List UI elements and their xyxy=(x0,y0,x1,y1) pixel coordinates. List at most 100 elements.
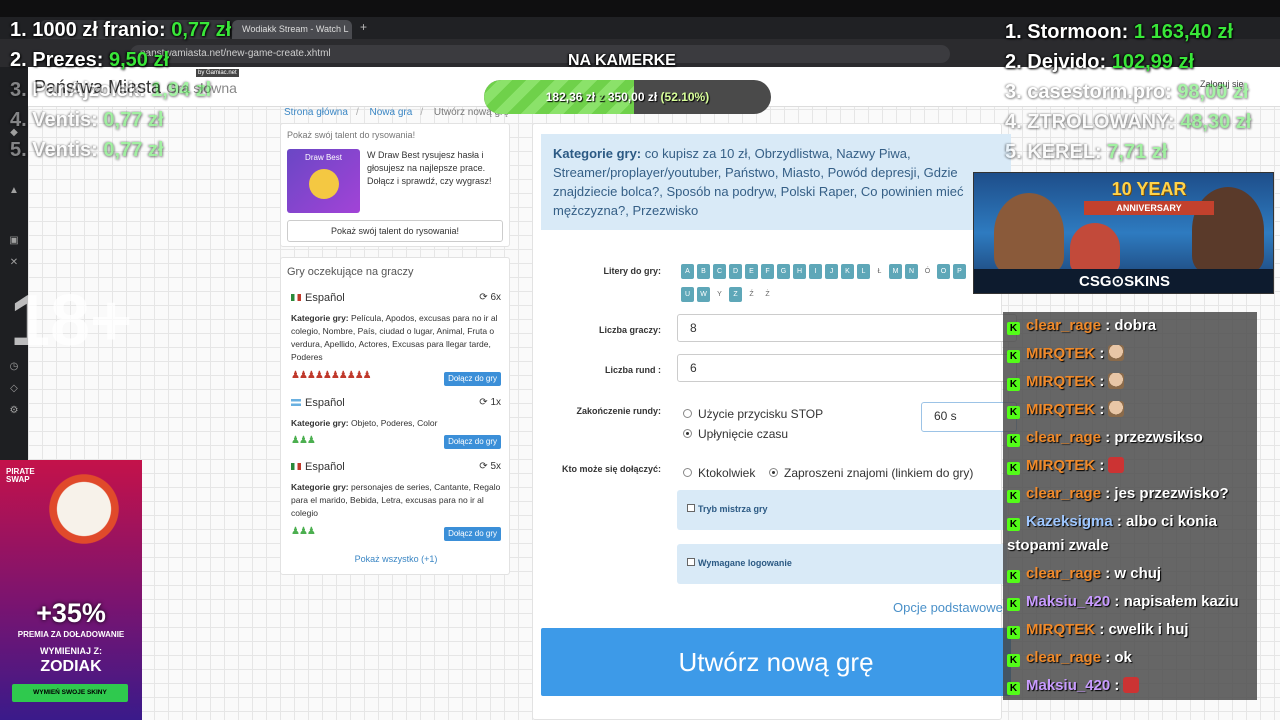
chat-message: Kclear_rage : ok xyxy=(1003,644,1257,672)
chat-username[interactable]: MIRQTEK xyxy=(1026,345,1095,362)
letter-toggle[interactable]: M xyxy=(889,264,902,279)
donation-entry: 5. Ventis: 0,77 zł xyxy=(10,139,164,161)
create-game-form: Kategorie gry: co kupisz za 10 zł, Obrzy… xyxy=(532,123,1017,720)
radio-button-selected[interactable] xyxy=(769,468,778,477)
letter-toggle[interactable]: C xyxy=(713,264,726,279)
chat-username[interactable]: Maksiu_420 xyxy=(1026,593,1110,610)
twitch-icon[interactable]: ▣ xyxy=(8,235,20,247)
chat-username[interactable]: clear_rage xyxy=(1026,317,1101,334)
chat-message: K MIRQTEK : xyxy=(1003,340,1257,368)
show-all-link[interactable]: Pokaż wszystko (+1) xyxy=(281,554,511,564)
create-game-button[interactable]: Utwórz nową grę xyxy=(541,628,1011,696)
join-invited-option[interactable]: Zaproszeni znajomi (linkiem do gry) xyxy=(769,466,973,480)
kick-badge-icon: K xyxy=(1007,626,1020,639)
kick-badge-icon: K xyxy=(1007,434,1020,447)
chat-username[interactable]: MIRQTEK xyxy=(1026,457,1095,474)
kick-badge-icon: K xyxy=(1007,462,1020,475)
top-donor-entry: 4. ZTROLOWANY: 48,30 zł xyxy=(1005,111,1252,133)
basic-options-link[interactable]: Opcje podstawowe xyxy=(893,600,1003,615)
chat-username[interactable]: clear_rage xyxy=(1026,649,1101,666)
chat-username[interactable]: clear_rage xyxy=(1026,485,1101,502)
radio-button[interactable] xyxy=(683,468,692,477)
chat-username[interactable]: MIRQTEK xyxy=(1026,401,1095,418)
chat-message: Kclear_rage : przezwsikso xyxy=(1003,424,1257,452)
join-game-button[interactable]: Dołącz do gry xyxy=(444,435,501,449)
checkbox[interactable] xyxy=(687,558,695,566)
letter-toggle[interactable]: O xyxy=(937,264,950,279)
chat-text: : xyxy=(1099,345,1105,362)
letter-toggle[interactable]: K xyxy=(841,264,854,279)
radio-button-selected[interactable] xyxy=(683,429,692,438)
letter-toggle[interactable]: U xyxy=(681,287,694,302)
letter-toggle[interactable]: Ż xyxy=(761,287,774,302)
join-game-button[interactable]: Dołącz do gry xyxy=(444,372,501,386)
letter-toggle[interactable]: W xyxy=(697,287,710,302)
kick-badge-icon: K xyxy=(1007,322,1020,335)
join-anyone-option[interactable]: Ktokolwiek xyxy=(683,466,755,480)
round-end-time-option[interactable]: Upłynięcie czasu xyxy=(683,427,788,441)
chat-username[interactable]: clear_rage xyxy=(1026,429,1101,446)
draw-promo-button[interactable]: Pokaż swój talent do rysowania! xyxy=(287,220,503,242)
promo-subtitle: PREMIA ZA DOŁADOWANIE xyxy=(17,630,125,639)
pirateswap-promo[interactable]: PIRATE SWAP +35% PREMIA ZA DOŁADOWANIE W… xyxy=(0,460,142,720)
chat-text: : cwelik i huj xyxy=(1099,621,1189,638)
letter-toggle[interactable]: I xyxy=(809,264,822,279)
chat-username[interactable]: MIRQTEK xyxy=(1026,373,1095,390)
letter-toggle[interactable]: G xyxy=(777,264,790,279)
donation-goal-bar: 182,36 zł z 350,00 zł (52.10%) xyxy=(484,80,771,114)
letter-toggle[interactable]: Ó xyxy=(921,264,934,279)
chat-username[interactable]: clear_rage xyxy=(1026,565,1101,582)
letter-toggle[interactable]: J xyxy=(825,264,838,279)
new-tab-button[interactable]: + xyxy=(360,20,367,34)
round-end-stop-option[interactable]: Użycie przycisku STOP xyxy=(683,407,823,421)
letter-toggle[interactable]: D xyxy=(729,264,742,279)
players-input[interactable]: 8 xyxy=(677,314,1017,342)
game-rounds-count: ⟳ 1x xyxy=(479,397,501,408)
draw-best-thumbnail[interactable]: Draw Best xyxy=(287,149,360,213)
face-emote-icon xyxy=(1108,373,1125,389)
x-icon[interactable]: ✕ xyxy=(8,257,20,269)
radio-button[interactable] xyxy=(683,409,692,418)
address-bar[interactable]: panstwamiasta.net/new-game-create.xhtml xyxy=(130,45,950,63)
chat-message: K Maksiu_420 : xyxy=(1003,672,1257,700)
sidebar-app-icon[interactable]: ▲ xyxy=(8,185,20,197)
kick-badge-icon: K xyxy=(1007,518,1020,531)
chat-username[interactable]: MIRQTEK xyxy=(1026,621,1095,638)
letter-toggle[interactable]: P xyxy=(953,264,966,279)
letter-toggle[interactable]: F xyxy=(761,264,774,279)
letter-toggle[interactable]: A xyxy=(681,264,694,279)
master-mode-checkbox[interactable]: Tryb mistrza gry xyxy=(687,504,768,514)
chat-username[interactable]: Maksiu_420 xyxy=(1026,677,1110,694)
rounds-input[interactable]: 6 xyxy=(677,354,1017,382)
breadcrumb-home[interactable]: Strona główna xyxy=(284,107,348,118)
draw-best-thumbnail-title: Draw Best xyxy=(305,153,342,162)
letter-toggle[interactable]: E xyxy=(745,264,758,279)
breadcrumb-new-game[interactable]: Nowa gra xyxy=(370,107,413,118)
letter-toggle[interactable]: N xyxy=(905,264,918,279)
letter-toggle[interactable]: L xyxy=(857,264,870,279)
draw-promo-heading: Pokaż swój talent do rysowania! xyxy=(287,130,416,140)
browser-tab-active[interactable]: Wodiakk Stream - Watch L xyxy=(232,20,352,39)
letter-toggle[interactable]: B xyxy=(697,264,710,279)
donation-entry: 4. Ventis: 0,77 zł xyxy=(10,109,164,131)
settings-icon[interactable]: ⚙ xyxy=(8,405,20,417)
letter-toggle[interactable]: Ł xyxy=(873,264,886,279)
join-game-button[interactable]: Dołącz do gry xyxy=(444,527,501,541)
kick-badge-icon: K xyxy=(1007,570,1020,583)
csgoskins-logo: CSG⊙SKINS xyxy=(974,269,1273,293)
letter-toggle[interactable]: Ź xyxy=(745,287,758,302)
refresh-icon: ⟳ xyxy=(479,292,488,303)
login-required-checkbox[interactable]: Wymagane logowanie xyxy=(687,558,792,568)
letter-toggle[interactable]: Y xyxy=(713,287,726,302)
letter-toggle[interactable]: Z xyxy=(729,287,742,302)
extensions-icon[interactable]: ◇ xyxy=(8,383,20,395)
age-rating-watermark: 18+ xyxy=(10,281,133,361)
letter-toggle[interactable]: H xyxy=(793,264,806,279)
history-icon[interactable]: ◷ xyxy=(8,361,20,373)
chat-message: Kclear_rage : jes przezwisko? xyxy=(1003,480,1257,508)
checkbox[interactable] xyxy=(687,504,695,512)
rounds-label: Liczba rund : xyxy=(605,365,661,375)
chat-username[interactable]: Kazeksigma xyxy=(1026,513,1113,530)
promo-button[interactable]: WYMIEŃ SWOJE SKINY xyxy=(12,684,128,702)
csgoskins-banner[interactable]: 10 YEAR ANNIVERSARY CSG⊙SKINS xyxy=(973,172,1274,294)
